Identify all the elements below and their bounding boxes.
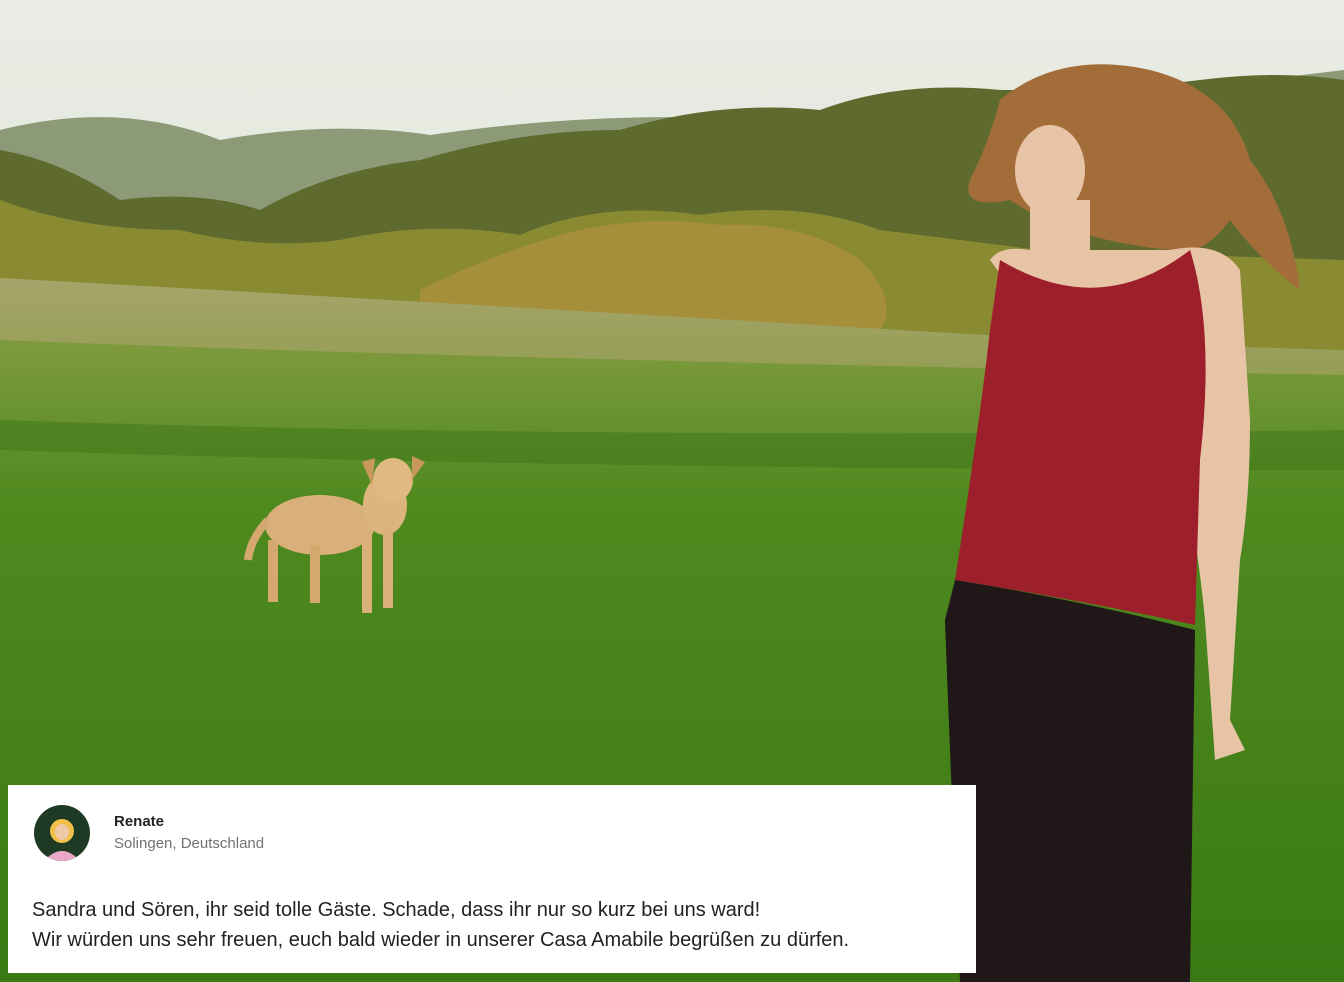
reviewer-avatar	[34, 805, 90, 861]
reviewer-location: Solingen, Deutschland	[114, 835, 265, 852]
review-line: Sandra und Sören, ihr seid tolle Gäste. …	[32, 899, 761, 921]
reviewer-header: Renate Solingen, Deutschland	[34, 805, 952, 861]
review-text: Sandra und Sören, ihr seid tolle Gäste. …	[32, 895, 952, 955]
reviewer-name: Renate	[114, 813, 165, 830]
review-line: Wir würden uns sehr freuen, euch bald wi…	[32, 929, 850, 951]
review-card: Renate Solingen, Deutschland Sandra und …	[8, 785, 976, 973]
